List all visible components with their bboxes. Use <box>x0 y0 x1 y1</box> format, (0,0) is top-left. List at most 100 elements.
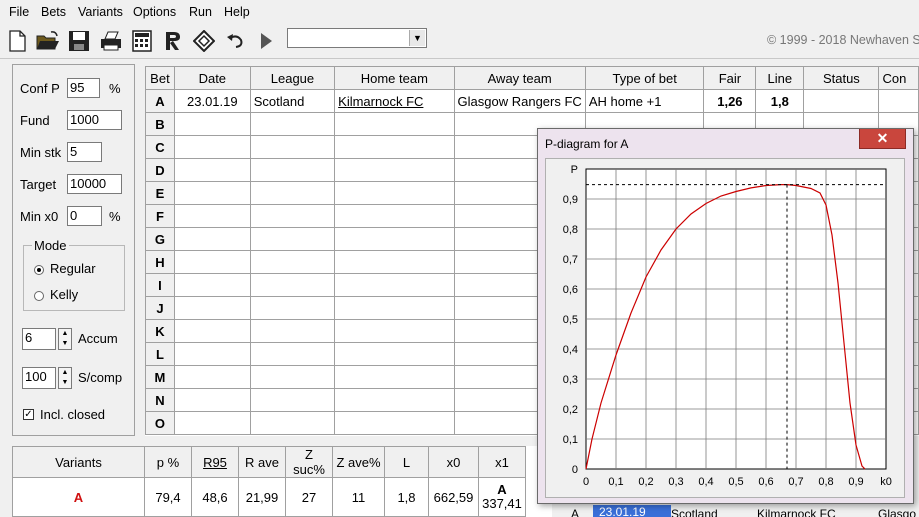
bet-cell-home[interactable] <box>334 296 455 320</box>
bet-row-id[interactable]: E <box>145 181 175 205</box>
bet-cell-home[interactable] <box>334 342 455 366</box>
bet-cell-home[interactable] <box>334 135 455 159</box>
new-document-icon[interactable] <box>4 28 30 54</box>
bet-cell-league[interactable] <box>249 319 336 343</box>
toolbar-combo[interactable]: ▼ <box>287 28 427 48</box>
bet-cell-date[interactable] <box>173 204 251 228</box>
bet-row-id[interactable]: D <box>145 158 175 182</box>
bet-row-id[interactable]: A <box>145 89 175 113</box>
open-folder-icon[interactable] <box>35 28 61 54</box>
bet-row-id[interactable]: N <box>145 388 175 412</box>
bet-row-id[interactable]: B <box>145 112 175 136</box>
bet-row-id[interactable]: K <box>145 319 175 343</box>
bet-cell-league[interactable] <box>249 135 336 159</box>
menu-run[interactable]: Run <box>189 5 212 19</box>
variant-cell-x0[interactable]: 662,59 <box>428 477 479 517</box>
bet-cell-league[interactable] <box>249 250 336 274</box>
bet-cell-league[interactable] <box>249 342 336 366</box>
bet-cell-home[interactable] <box>334 158 455 182</box>
bet-cell-league[interactable] <box>249 112 336 136</box>
bets-col-header[interactable]: Con <box>878 66 919 90</box>
bet-row[interactable]: A 23.01.19 Scotland Kilmarnock FC Glasgow Ra… <box>145 89 919 113</box>
variant-cell-rave[interactable]: 21,99 <box>238 477 286 517</box>
bets-col-header[interactable]: Line <box>755 66 805 90</box>
bet-cell-league[interactable] <box>249 365 336 389</box>
bet-cell-home[interactable] <box>334 365 455 389</box>
menu-options[interactable]: Options <box>133 5 176 19</box>
bet-cell-date[interactable] <box>173 296 251 320</box>
calculator-icon[interactable] <box>129 28 155 54</box>
bet-cell-home[interactable] <box>334 273 455 297</box>
bet-cell-date[interactable] <box>173 342 251 366</box>
variant-cell-x1[interactable]: A 337,41 <box>478 477 526 517</box>
bet-cell-date[interactable] <box>173 411 251 435</box>
bets-col-header[interactable]: Date <box>173 66 251 90</box>
bets-col-header[interactable]: League <box>249 66 336 90</box>
bets-col-header[interactable]: Type of bet <box>584 66 705 90</box>
bets-col-header[interactable]: Fair <box>703 66 757 90</box>
menu-bets[interactable]: Bets <box>41 5 66 19</box>
save-icon[interactable] <box>66 28 92 54</box>
bets-col-header[interactable]: Bet <box>145 66 175 90</box>
bet-cell-date[interactable] <box>173 158 251 182</box>
bet-cell-date[interactable] <box>173 181 251 205</box>
bet-cell-status[interactable] <box>803 89 880 113</box>
mode-regular-radio[interactable] <box>34 265 44 275</box>
bet-cell-line[interactable]: 1,8 <box>755 89 805 113</box>
bet-cell-type[interactable]: AH home +1 <box>584 89 705 113</box>
print-icon[interactable] <box>98 28 124 54</box>
variant-cell-p[interactable]: 79,4 <box>144 477 192 517</box>
bet-cell-league[interactable] <box>249 181 336 205</box>
close-icon[interactable]: ✕ <box>859 129 906 149</box>
bet-cell-home[interactable] <box>334 250 455 274</box>
bet-row-id[interactable]: J <box>145 296 175 320</box>
variants-col-header[interactable]: Z ave% <box>332 446 385 478</box>
bet-cell-league[interactable] <box>249 411 336 435</box>
diamond-icon[interactable] <box>191 28 217 54</box>
bet-cell-home[interactable] <box>334 388 455 412</box>
variant-cell-zsuc[interactable]: 27 <box>285 477 333 517</box>
bet-cell-home[interactable] <box>334 204 455 228</box>
min-x0-input[interactable]: 0 <box>67 206 102 226</box>
bet-cell-league[interactable] <box>249 158 336 182</box>
bet-cell-date[interactable] <box>173 112 251 136</box>
scomp-input[interactable]: 100 <box>22 367 56 389</box>
bet-cell-date[interactable] <box>173 227 251 251</box>
bet-cell-home[interactable] <box>334 411 455 435</box>
bet-cell-away[interactable]: Glasgow Rangers FC <box>453 89 586 113</box>
bet-cell-date[interactable] <box>173 135 251 159</box>
variant-row[interactable]: A 79,4 48,6 21,99 27 11 1,8 662,59 A 337,41 <box>12 477 526 517</box>
min-stk-input[interactable]: 5 <box>67 142 102 162</box>
bet-row-id[interactable]: L <box>145 342 175 366</box>
bet-row-id[interactable]: M <box>145 365 175 389</box>
bet-cell-date[interactable] <box>173 365 251 389</box>
bet-cell-con[interactable] <box>878 89 919 113</box>
bet-cell-league[interactable] <box>249 204 336 228</box>
variants-col-header[interactable]: Z suc% <box>285 446 333 478</box>
accum-input[interactable]: 6 <box>22 328 56 350</box>
bet-cell-home[interactable]: Kilmarnock FC <box>334 89 455 113</box>
bet-row-id[interactable]: I <box>145 273 175 297</box>
variants-col-header[interactable]: p % <box>144 446 192 478</box>
bet-row-id[interactable]: C <box>145 135 175 159</box>
bet-cell-date[interactable] <box>173 250 251 274</box>
bet-row-id[interactable]: H <box>145 250 175 274</box>
bet-cell-home[interactable] <box>334 181 455 205</box>
variants-col-header[interactable]: x1 <box>478 446 526 478</box>
variants-col-header[interactable]: R ave <box>238 446 286 478</box>
bets-col-header[interactable]: Home team <box>334 66 455 90</box>
bet-cell-date[interactable] <box>173 273 251 297</box>
menu-help[interactable]: Help <box>224 5 250 19</box>
bet-cell-date[interactable] <box>173 388 251 412</box>
conf-p-input[interactable]: 95 <box>67 78 100 98</box>
undo-icon[interactable] <box>222 28 248 54</box>
variant-cell-l[interactable]: 1,8 <box>384 477 429 517</box>
bet-cell-home[interactable] <box>334 227 455 251</box>
bet-cell-league[interactable] <box>249 388 336 412</box>
bet-cell-fair[interactable]: 1,26 <box>703 89 757 113</box>
variants-col-header[interactable]: Variants <box>12 446 145 478</box>
bet-row-id[interactable]: F <box>145 204 175 228</box>
bets-col-header[interactable]: Status <box>803 66 880 90</box>
r-icon[interactable] <box>160 28 186 54</box>
bets-col-header[interactable]: Away team <box>453 66 586 90</box>
